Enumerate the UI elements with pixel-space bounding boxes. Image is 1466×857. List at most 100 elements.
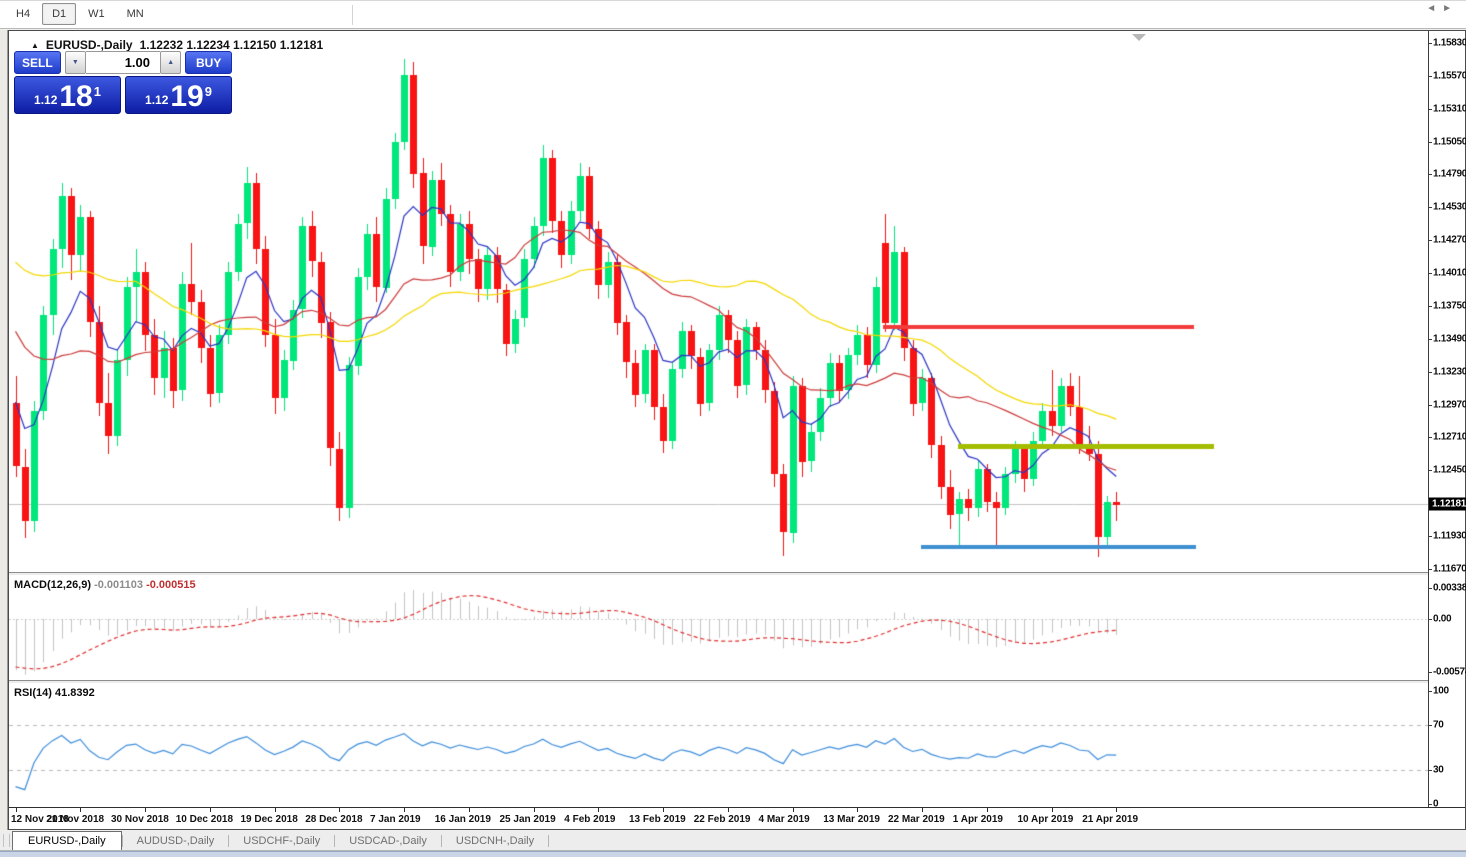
rsi-axis-tick: [1429, 770, 1432, 771]
rsi-axis-label: 70: [1433, 719, 1444, 730]
symbol-marker-icon: ▲: [31, 41, 39, 50]
price-axis-tick: [1429, 273, 1432, 274]
rsi-axis-label: 100: [1433, 686, 1449, 697]
macd-axis-label: -0.00574: [1433, 666, 1466, 677]
symbol-tab-usdchf[interactable]: USDCHF-,Daily: [229, 831, 334, 850]
macd-axis-tick: [1429, 588, 1432, 589]
price-axis-tick: [1429, 109, 1432, 110]
price-axis-label: 1.15570: [1433, 70, 1466, 81]
date-axis-label: 28 Dec 2018: [305, 814, 362, 825]
price-axis-tick: [1429, 174, 1432, 175]
volume-input[interactable]: [86, 51, 160, 74]
sell-price-prefix: 1.12: [34, 91, 57, 110]
trade-panel-quotes: 1.12 18 1 1.12 19 9: [14, 76, 232, 114]
date-axis-label: 21 Nov 2018: [46, 814, 104, 825]
price-axis-label: 1.14530: [1433, 202, 1466, 213]
date-axis-tick: [922, 808, 923, 812]
symbol-tab-eurusd[interactable]: EURUSD-,Daily: [12, 831, 122, 850]
timeframe-tab-d1[interactable]: D1: [42, 3, 76, 25]
current-price-tag: 1.12181: [1429, 498, 1466, 511]
date-axis-tick: [1052, 808, 1053, 812]
date-axis-tick: [404, 808, 405, 812]
price-axis-label: 1.12450: [1433, 465, 1466, 476]
symbol-tab-bar: EURUSD-,DailyAUDUSD-,DailyUSDCHF-,DailyU…: [0, 831, 1466, 851]
price-axis-tick: [1429, 306, 1432, 307]
rsi-axis-tick: [1429, 804, 1432, 805]
date-axis-tick: [728, 808, 729, 812]
date-axis-tick: [210, 808, 211, 812]
tab-scroll-left-icon[interactable]: ◄: [1426, 3, 1442, 14]
volume-decrease-button[interactable]: ▼: [65, 51, 86, 74]
price-axis-label: 1.14270: [1433, 235, 1466, 246]
tab-scroll-right-icon[interactable]: ►: [1442, 3, 1458, 14]
price-axis-tick: [1429, 569, 1432, 570]
price-axis-label: 1.14790: [1433, 169, 1466, 180]
rsi-axis-tick: [1429, 691, 1432, 692]
macd-axis-label: 0.003386: [1433, 583, 1466, 594]
date-axis-tick: [793, 808, 794, 812]
sell-price-point: 1: [94, 74, 101, 110]
date-axis-label: 21 Apr 2019: [1082, 814, 1138, 825]
macd-main-value: -0.001103: [94, 579, 143, 591]
price-axis-label: 1.11930: [1433, 531, 1466, 542]
date-axis-label: 22 Feb 2019: [694, 814, 751, 825]
tabbar-grip[interactable]: [3, 834, 10, 847]
date-axis-label: 7 Jan 2019: [370, 814, 421, 825]
price-axis-tick: [1429, 372, 1432, 373]
symbol-tab-usdcad[interactable]: USDCAD-,Daily: [335, 831, 441, 850]
buy-button[interactable]: BUY: [185, 51, 232, 74]
chart-shift-marker-icon[interactable]: [1132, 34, 1146, 41]
volume-increase-button[interactable]: ▲: [160, 51, 181, 74]
timeframe-tab-mn[interactable]: MN: [117, 3, 154, 25]
sell-quote-button[interactable]: 1.12 18 1: [14, 76, 121, 114]
price-axis-label: 1.13750: [1433, 300, 1466, 311]
date-axis-tick: [339, 808, 340, 812]
left-gutter: [0, 30, 8, 830]
sell-price-pips: 18: [59, 84, 92, 110]
price-axis-label: 1.12710: [1433, 432, 1466, 443]
macd-axis-tick: [1429, 672, 1432, 673]
price-axis-tick: [1429, 142, 1432, 143]
timeframe-tab-h4[interactable]: H4: [6, 3, 40, 25]
buy-quote-button[interactable]: 1.12 19 9: [125, 76, 232, 114]
date-axis-tick: [275, 808, 276, 812]
price-axis-tick: [1429, 76, 1432, 77]
price-axis-tick: [1429, 437, 1432, 438]
date-axis-tick: [1116, 808, 1117, 812]
price-axis-label: 1.14010: [1433, 268, 1466, 279]
price-axis[interactable]: 1.158301.155701.153101.150501.147901.145…: [1428, 31, 1465, 807]
tab-scroll-arrows[interactable]: ◄►: [1426, 3, 1458, 14]
chart-window: ▲ EURUSD-,Daily 1.12232 1.12234 1.12150 …: [8, 30, 1466, 830]
date-axis[interactable]: 12 Nov 201821 Nov 201830 Nov 201810 Dec …: [9, 807, 1465, 829]
macd-signal-value: -0.000515: [146, 579, 196, 591]
status-strip: [0, 851, 1466, 857]
date-axis-tick: [987, 808, 988, 812]
date-axis-tick: [16, 808, 17, 812]
price-axis-tick: [1429, 240, 1432, 241]
date-axis-label: 4 Feb 2019: [564, 814, 615, 825]
timeframe-tabs: H4D1W1MN: [6, 3, 154, 25]
date-axis-tick: [663, 808, 664, 812]
price-axis-tick: [1429, 207, 1432, 208]
timeframe-toolbar: H4D1W1MN: [0, 0, 1466, 29]
price-axis-label: 1.13230: [1433, 366, 1466, 377]
rsi-value: 41.8392: [55, 687, 95, 699]
rsi-chart-canvas[interactable]: [9, 684, 1428, 807]
timeframe-tab-w1[interactable]: W1: [78, 3, 115, 25]
buy-price-prefix: 1.12: [145, 91, 168, 110]
date-axis-label: 4 Mar 2019: [759, 814, 810, 825]
macd-chart-canvas[interactable]: [9, 576, 1428, 680]
date-axis-label: 10 Dec 2018: [176, 814, 233, 825]
date-axis-label: 13 Feb 2019: [629, 814, 686, 825]
macd-indicator-label: MACD(12,26,9) -0.001103 -0.000515: [14, 579, 196, 591]
sell-button[interactable]: SELL: [14, 51, 61, 74]
price-axis-label: 1.15050: [1433, 136, 1466, 147]
symbol-tab-audusd[interactable]: AUDUSD-,Daily: [123, 831, 229, 850]
date-axis-label: 19 Dec 2018: [241, 814, 298, 825]
symbol-tab-usdcnh[interactable]: USDCNH-,Daily: [442, 831, 548, 850]
rsi-axis-tick: [1429, 725, 1432, 726]
toolbar-divider: [352, 5, 353, 25]
price-axis-label: 1.13490: [1433, 333, 1466, 344]
date-axis-label: 13 Mar 2019: [823, 814, 880, 825]
one-click-trade-panel: SELL ▼ ▲ BUY 1.12 18 1 1.12 19 9: [14, 51, 232, 114]
